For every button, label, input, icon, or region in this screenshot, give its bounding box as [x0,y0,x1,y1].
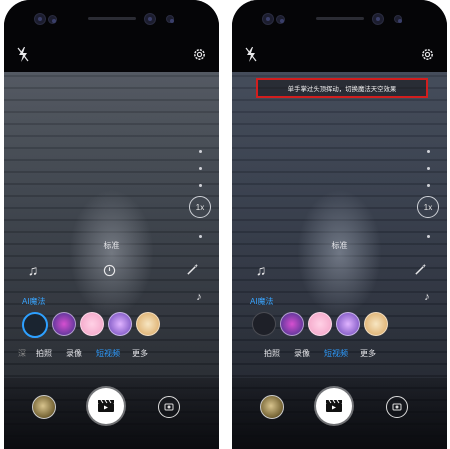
effect-button[interactable] [308,312,332,336]
effect-button[interactable] [336,312,360,336]
sensor-icon [48,15,57,24]
tool-row: ♫ [232,262,447,280]
effect-button[interactable] [364,312,388,336]
gesture-hint-banner: 单手掌过头顶挥动，切换魔法天空效果 [256,78,428,98]
mode-switcher: 拍照 录像 短视频 更多 [246,348,446,360]
mode-more-tab[interactable]: 更多 [132,348,148,359]
effect-none-button[interactable] [252,312,276,336]
record-button[interactable] [88,388,124,424]
left-phone-screen: 1x 标准 ♫ ♪ AI魔法 深 拍照 录像 短视频 更多 [4,0,219,449]
gear-icon[interactable] [191,46,207,62]
effect-button[interactable] [108,312,132,336]
sensor-icon [166,15,174,23]
flash-off-icon[interactable] [244,46,258,62]
mode-short-video-tab[interactable]: 短视频 [96,348,120,359]
ai-magic-label: AI魔法 [250,297,274,306]
magic-wand-icon[interactable] [185,262,199,276]
mode-more-tab[interactable]: 更多 [360,348,376,359]
music-note-icon[interactable]: ♫ [254,262,268,278]
timer-icon[interactable] [102,263,116,277]
mode-photo-tab[interactable]: 拍照 [264,348,280,359]
gear-icon[interactable] [419,46,435,62]
phone-top-bezel [232,0,447,72]
front-camera-icon [144,13,156,25]
effect-button[interactable] [136,312,160,336]
right-phone-screen: 单手掌过头顶挥动，切换魔法天空效果 1x 标准 ♫ ♪ AI魔法 拍照 录像 短… [232,0,447,449]
mode-switcher: 深 拍照 录像 短视频 更多 [18,348,148,359]
filter-mode-label: 标准 [331,241,348,250]
music-note-icon[interactable]: ♫ [26,262,40,278]
mode-photo-tab[interactable]: 拍照 [36,348,52,359]
phone-top-bezel [4,0,219,72]
front-camera-icon [34,13,46,25]
video-clapper-icon [326,400,342,412]
camera-switch-icon[interactable] [158,396,180,418]
video-clapper-icon [98,400,114,412]
effect-none-button[interactable] [22,312,48,338]
gallery-thumbnail[interactable] [32,395,56,419]
earpiece-speaker [88,17,136,20]
sensor-icon [276,15,285,24]
tiktok-icon[interactable]: ♪ [193,290,205,304]
magic-wand-icon[interactable] [413,262,427,276]
front-camera-icon [372,13,384,25]
tiktok-icon[interactable]: ♪ [421,290,433,304]
sensor-row [232,13,447,25]
zoom-button[interactable]: 1x [417,196,439,218]
effect-button[interactable] [80,312,104,336]
camera-switch-icon[interactable] [386,396,408,418]
effect-button[interactable] [52,312,76,336]
gallery-thumbnail[interactable] [260,395,284,419]
effect-carousel [246,312,441,336]
sensor-row [4,13,219,25]
zoom-button[interactable]: 1x [189,196,211,218]
mode-video-tab[interactable]: 录像 [294,348,310,359]
record-button[interactable] [316,388,352,424]
mode-video-tab[interactable]: 录像 [66,348,82,359]
mode-short-video-tab[interactable]: 短视频 [324,348,348,359]
front-camera-icon [262,13,274,25]
earpiece-speaker [316,17,364,20]
tool-row: ♫ [4,262,219,280]
sensor-icon [394,15,402,23]
flash-off-icon[interactable] [16,46,30,62]
filter-mode-label: 标准 [103,241,120,250]
effect-button[interactable] [280,312,304,336]
ai-magic-label: AI魔法 [22,297,46,306]
effect-carousel [18,312,213,338]
